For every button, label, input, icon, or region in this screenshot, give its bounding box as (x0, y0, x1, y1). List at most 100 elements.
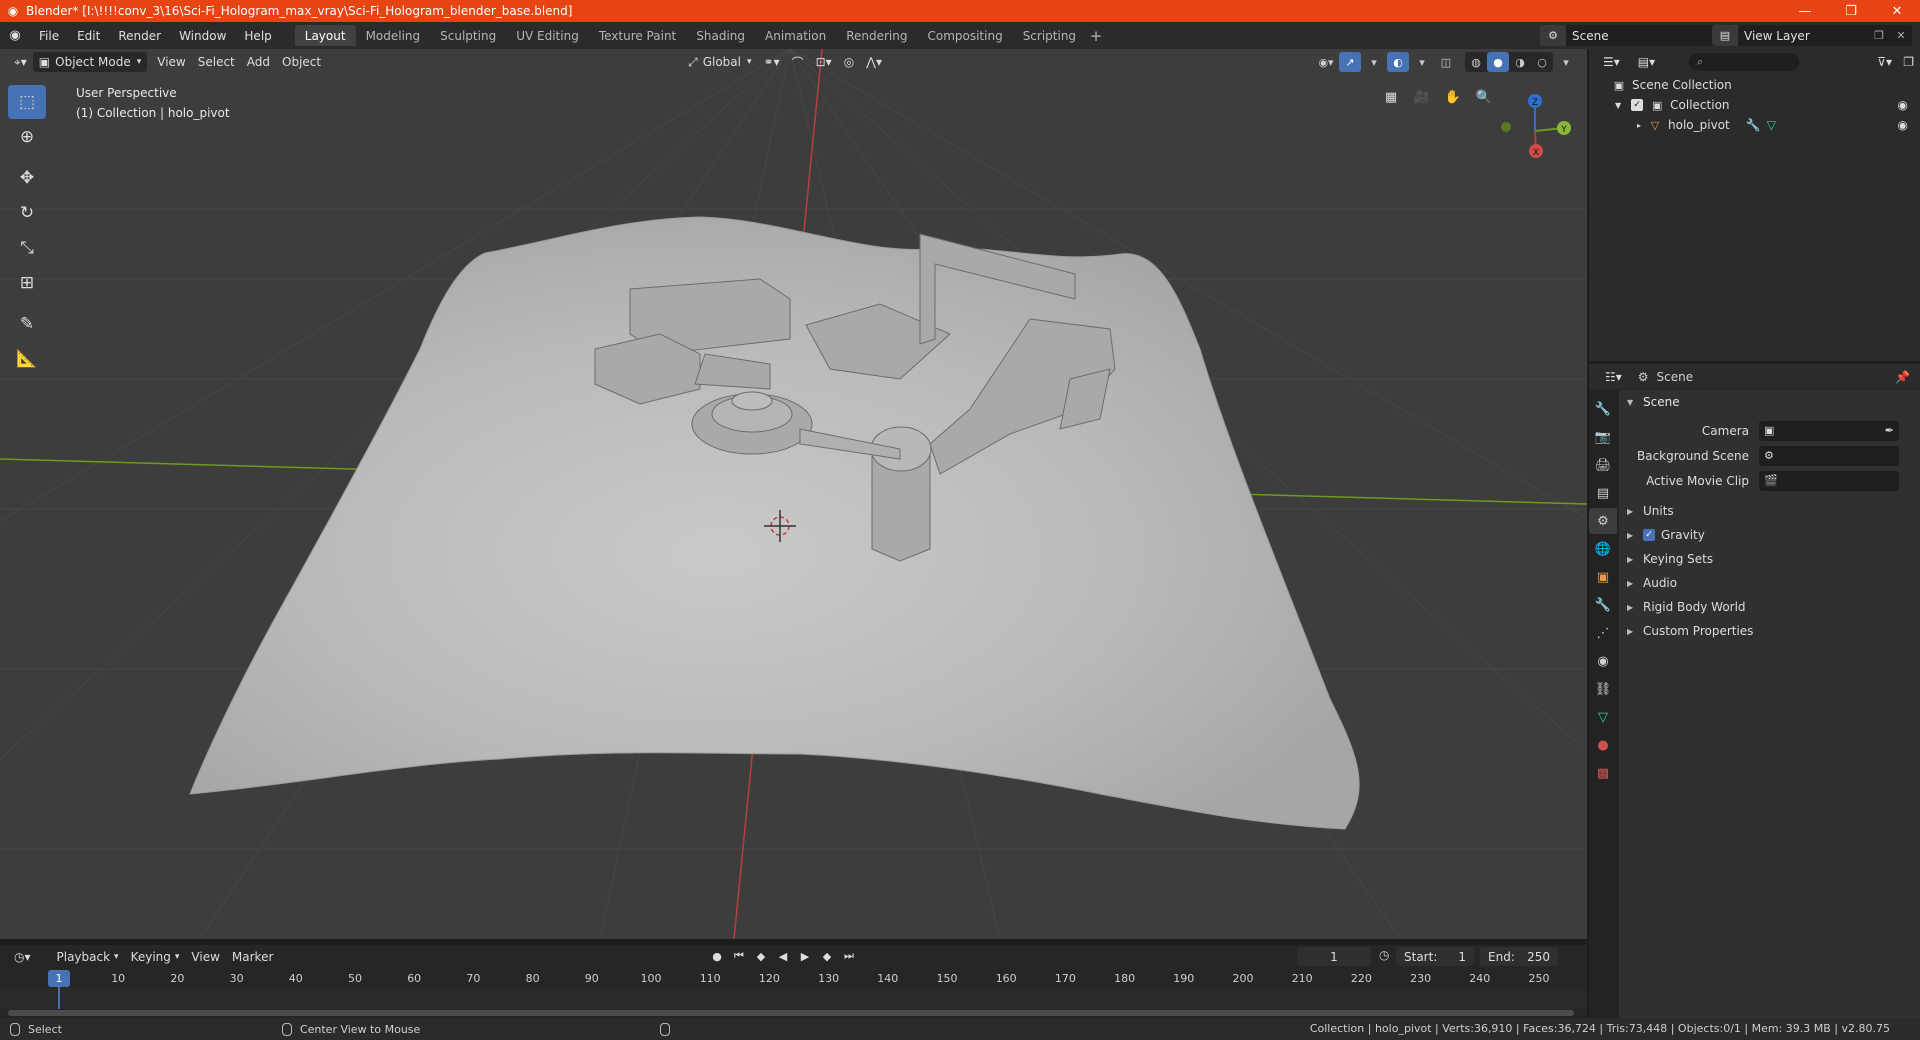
view-layer-name[interactable]: View Layer (1738, 29, 1868, 43)
record-icon[interactable]: ● (708, 947, 726, 965)
overlay-toggle-icon[interactable]: ◐ (1387, 52, 1409, 72)
solid-shading-icon[interactable]: ● (1487, 52, 1509, 72)
viewport-scene[interactable] (0, 49, 1587, 939)
expand-arrow-icon[interactable]: ▸ (1637, 121, 1641, 130)
background-scene-field[interactable]: ⚙ (1759, 445, 1899, 466)
timeline-menu-playback[interactable]: Playback ▾ (51, 947, 125, 967)
play-icon[interactable]: ▶ (796, 947, 814, 965)
viewport-menu-add[interactable]: Add (241, 52, 276, 72)
rigid-body-world-panel[interactable]: ▶ Rigid Body World (1619, 595, 1920, 619)
tab-modeling[interactable]: Modeling (356, 25, 431, 46)
object-tab-icon[interactable]: ▣ (1589, 564, 1617, 590)
gizmo-toggle-icon[interactable]: ↗ (1339, 52, 1361, 72)
scale-icon[interactable]: ⤡ (8, 231, 46, 265)
eye-icon[interactable]: ◉ (1898, 118, 1908, 132)
timeline-scrollbar[interactable] (8, 1010, 1574, 1016)
close-button[interactable]: ✕ (1874, 0, 1920, 22)
prev-keyframe-icon[interactable]: ◆ (752, 947, 770, 965)
menu-edit[interactable]: Edit (68, 22, 109, 49)
tab-layout[interactable]: Layout (294, 25, 356, 46)
render-tab-icon[interactable]: 📷 (1589, 424, 1617, 450)
grid-toggle-icon[interactable]: ▦ (1378, 84, 1404, 110)
proportional-edit-icon[interactable]: ◎ (838, 52, 860, 72)
falloff-icon[interactable]: ⋀▾ (860, 52, 888, 72)
audio-panel[interactable]: ▶ Audio (1619, 571, 1920, 595)
select-box-icon[interactable]: ⬚ (8, 85, 46, 119)
visibility-icon[interactable]: ◉▾ (1315, 52, 1337, 72)
add-workspace-button[interactable]: + (1086, 25, 1106, 46)
pivot-icon[interactable]: ⚭▾ (758, 52, 786, 72)
gizmo-dropdown-icon[interactable]: ▾ (1363, 52, 1385, 72)
editor-type-icon[interactable]: ⌖▾ (8, 52, 33, 72)
gravity-checkbox[interactable]: ✓ (1643, 529, 1655, 541)
modifier-tab-icon[interactable]: 🔧 (1589, 592, 1617, 618)
scene-tab-icon[interactable]: ⚙ (1589, 508, 1617, 534)
measure-icon[interactable]: 📐 (8, 342, 46, 376)
eye-icon[interactable]: ◉ (1898, 98, 1908, 112)
pan-hand-icon[interactable]: ✋ (1440, 84, 1466, 110)
properties-editor-type-icon[interactable]: ☷▾ (1599, 367, 1628, 387)
timeline-ruler[interactable]: 10 20 30 40 50 60 70 80 90 100 110 120 130 140 150 160 1… (0, 969, 1587, 989)
duplicate-view-layer-icon[interactable]: ❐ (1868, 25, 1890, 46)
cursor-icon[interactable]: ⊕ (8, 120, 46, 154)
output-tab-icon[interactable]: 🖨 (1589, 452, 1617, 478)
expand-arrow-icon[interactable]: ▼ (1615, 101, 1621, 110)
active-movie-clip-field[interactable]: 🎬 (1759, 470, 1899, 491)
new-collection-icon[interactable]: ❐ (1897, 52, 1920, 72)
view-layer-selector[interactable]: ▤ View Layer ❐ ✕ (1712, 25, 1912, 46)
collection-checkbox[interactable]: ✓ (1631, 99, 1644, 111)
preview-range-icon[interactable]: ◷ (1379, 948, 1389, 962)
restore-button[interactable]: ❐ (1828, 0, 1874, 22)
timeline-menu-marker[interactable]: Marker (226, 947, 279, 967)
shading-dropdown-icon[interactable]: ▾ (1555, 52, 1577, 72)
blender-menu-icon[interactable]: ◉ (0, 22, 30, 49)
tab-texture-paint[interactable]: Texture Paint (589, 25, 686, 46)
data-tab-icon[interactable]: ▽ (1589, 704, 1617, 730)
world-tab-icon[interactable]: 🌐 (1589, 536, 1617, 562)
tab-uv-editing[interactable]: UV Editing (506, 25, 589, 46)
texture-tab-icon[interactable]: ▩ (1589, 760, 1617, 786)
outliner-search-input[interactable]: ⌕ (1689, 53, 1799, 71)
outliner-row-scene-collection[interactable]: ▣ Scene Collection (1589, 75, 1920, 95)
view-layer-tab-icon[interactable]: ▤ (1589, 480, 1617, 506)
viewport-menu-select[interactable]: Select (192, 52, 241, 72)
timeline-menu-keying[interactable]: Keying ▾ (125, 947, 186, 967)
particles-tab-icon[interactable]: ⋰ (1589, 620, 1617, 646)
menu-file[interactable]: File (30, 22, 68, 49)
pin-icon[interactable]: 📌 (1895, 370, 1910, 384)
tab-shading[interactable]: Shading (686, 25, 755, 46)
snap-icon[interactable]: ⌒ (786, 52, 810, 72)
wireframe-shading-icon[interactable]: ◍ (1465, 52, 1487, 72)
minimize-button[interactable]: — (1782, 0, 1828, 22)
eyedropper-icon[interactable]: ✒ (1885, 424, 1894, 437)
viewport-menu-object[interactable]: Object (276, 52, 327, 72)
annotate-icon[interactable]: ✎ (8, 307, 46, 341)
tab-animation[interactable]: Animation (755, 25, 836, 46)
gravity-panel[interactable]: ▶ ✓ Gravity (1619, 523, 1920, 547)
constraints-tab-icon[interactable]: ⛓ (1589, 676, 1617, 702)
units-panel[interactable]: ▶ Units (1619, 499, 1920, 523)
material-shading-icon[interactable]: ◑ (1509, 52, 1531, 72)
tab-sculpting[interactable]: Sculpting (430, 25, 506, 46)
jump-end-icon[interactable]: ⏭ (840, 947, 858, 965)
timeline-editor-type-icon[interactable]: ◷▾ (8, 947, 37, 967)
overlay-dropdown-icon[interactable]: ▾ (1411, 52, 1433, 72)
tab-rendering[interactable]: Rendering (836, 25, 917, 46)
scene-name[interactable]: Scene (1566, 29, 1706, 43)
display-mode-icon[interactable]: ▤▾ (1632, 52, 1661, 72)
timeline-menu-view[interactable]: View (185, 947, 225, 967)
rendered-shading-icon[interactable]: ○ (1531, 52, 1553, 72)
outliner-row-collection[interactable]: ▼ ✓ ▣ Collection ◉ (1589, 95, 1920, 115)
camera-field[interactable]: ▣ ✒ (1759, 420, 1899, 441)
xray-toggle-icon[interactable]: ◫ (1435, 52, 1457, 72)
move-icon[interactable]: ✥ (8, 161, 46, 195)
outliner-editor-type-icon[interactable]: ☰▾ (1597, 52, 1626, 72)
playhead[interactable]: 1 (48, 970, 70, 987)
viewport-menu-view[interactable]: View (151, 52, 191, 72)
current-frame-field[interactable]: 1 (1297, 947, 1371, 966)
jump-start-icon[interactable]: ⏮ (730, 947, 748, 965)
filter-icon[interactable]: ⊽▾ (1871, 52, 1898, 72)
tool-tab-icon[interactable]: 🔧 (1589, 396, 1617, 422)
material-tab-icon[interactable]: ● (1589, 732, 1617, 758)
play-reverse-icon[interactable]: ◀ (774, 947, 792, 965)
